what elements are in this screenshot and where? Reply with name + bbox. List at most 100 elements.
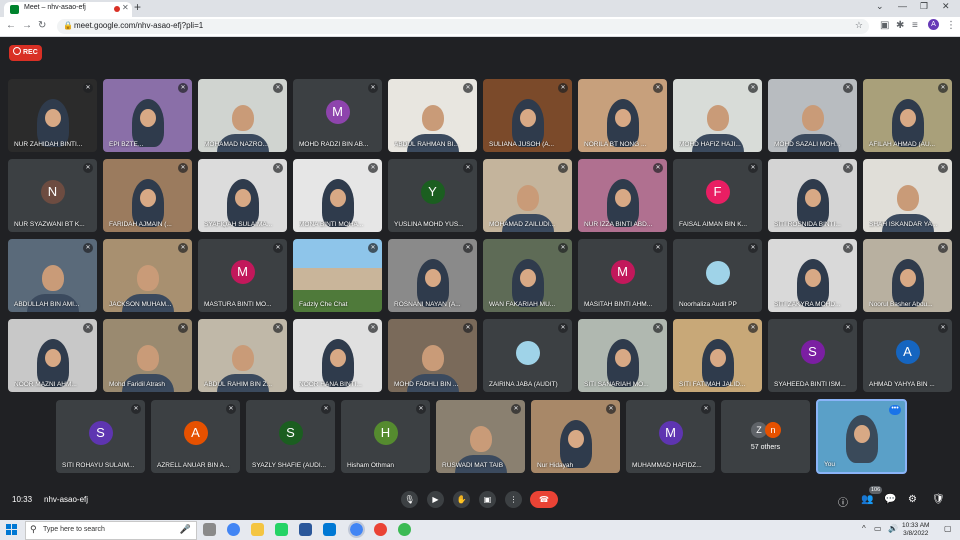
participant-tile[interactable]: Y ✕ YUSLINA MOHD YUS...: [388, 159, 477, 232]
clock-time: 10:33 AM: [902, 522, 930, 529]
participant-tile[interactable]: ✕ RUSWADI MAT TAIB: [436, 400, 525, 473]
browser-tab-meet[interactable]: Meet – nhv-asao-efj ✕: [4, 2, 132, 17]
participant-tile[interactable]: ✕ MOHD FADHLI BIN ...: [388, 319, 477, 392]
new-tab-button[interactable]: +: [134, 0, 141, 14]
participant-tile[interactable]: ✕ MOHD SAZALI MOH...: [768, 79, 857, 152]
leave-call-button[interactable]: ☎: [530, 491, 558, 508]
people-icon[interactable]: 👥: [861, 494, 873, 505]
others-tile[interactable]: Z n 57 others: [721, 400, 810, 473]
participant-tile[interactable]: M ✕ MASITAH BINTI AHM...: [578, 239, 667, 312]
recording-badge[interactable]: REC: [9, 45, 42, 61]
profile-avatar[interactable]: A: [928, 19, 939, 30]
participant-tile[interactable]: ✕ NOOR HANA BINTI...: [293, 319, 382, 392]
activities-icon[interactable]: ⚙: [908, 494, 917, 505]
bookmark-star-icon[interactable]: ☆: [855, 20, 863, 31]
participant-tile[interactable]: ✕ NUR ZAHIDAH BINTI...: [8, 79, 97, 152]
present-screen-button[interactable]: ▣: [479, 491, 496, 508]
tab-search-icon[interactable]: ⌄: [876, 1, 884, 12]
participant-tile[interactable]: M ✕ MUHAMMAD HAFIDZ...: [626, 400, 715, 473]
participant-tile[interactable]: ✕ MONA BINTI MOHA...: [293, 159, 382, 232]
participant-tile[interactable]: ✕ ROSNANI NAYAN (A...: [388, 239, 477, 312]
notification-icon[interactable]: ▢: [944, 524, 952, 533]
tab-close-icon[interactable]: ✕: [122, 3, 129, 12]
raise-hand-button[interactable]: ✋: [453, 491, 470, 508]
self-tile[interactable]: ••• You: [816, 399, 907, 474]
chrome-icon[interactable]: [227, 523, 240, 536]
reading-list-icon[interactable]: ≡: [912, 20, 918, 31]
participant-tile[interactable]: ✕ ABDUL RAHMAN BI...: [388, 79, 477, 152]
participant-tile[interactable]: M ✕ MASTURA BINTI MO...: [198, 239, 287, 312]
participant-tile[interactable]: ✕ Noorhaliza Audit PP: [673, 239, 762, 312]
participant-tile[interactable]: F ✕ FAISAL AIMAN BIN K...: [673, 159, 762, 232]
muted-mic-icon: ✕: [273, 83, 283, 93]
participant-tile[interactable]: ✕ EPI BZTE...: [103, 79, 192, 152]
lock-icon[interactable]: 🔒: [63, 21, 73, 30]
camera-button[interactable]: ▶: [427, 491, 444, 508]
microphone-icon[interactable]: 🎤: [180, 524, 191, 535]
microphone-button[interactable]: 🎙: [401, 491, 418, 508]
participant-tile[interactable]: S ✕ SYAZLY SHAFIE (AUDI...: [246, 400, 335, 473]
address-bar[interactable]: 🔒 meet.google.com/nhv-asao-efj?pli=1 ☆: [57, 19, 869, 34]
back-arrow-icon[interactable]: ←: [6, 20, 16, 31]
participant-tile[interactable]: ✕ AFILAH AHMAD (AU...: [863, 79, 952, 152]
whatsapp-icon[interactable]: [275, 523, 288, 536]
task-view-icon[interactable]: [203, 523, 216, 536]
participant-tile[interactable]: ✕ MOHAMAD NAZRO...: [198, 79, 287, 152]
participant-tile[interactable]: ✕ ZAIRINA JABA (AUDIT): [483, 319, 572, 392]
taskbar-search-box[interactable]: ⚲ Type here to search 🎤: [25, 521, 197, 540]
chrome-active-icon[interactable]: [348, 521, 365, 538]
participant-tile[interactable]: ✕ SITI ROSNIDA BINTI...: [768, 159, 857, 232]
participant-tile[interactable]: S ✕ SYAHEEDA BINTI ISM...: [768, 319, 857, 392]
participant-tile[interactable]: ✕ SITI SANARIAH MO...: [578, 319, 667, 392]
chrome-menu-icon[interactable]: ⋮: [946, 20, 956, 31]
restore-button[interactable]: ❐: [920, 1, 928, 12]
camera-in-use-icon[interactable]: ▣: [880, 20, 889, 31]
participant-tile[interactable]: ✕ MOHD HAFIZ HAJI...: [673, 79, 762, 152]
participant-tile[interactable]: A ✕ AZRELL ANUAR BIN A...: [151, 400, 240, 473]
participant-tile[interactable]: ✕ NOOR MAZNI AHM...: [8, 319, 97, 392]
minimize-button[interactable]: —: [898, 1, 907, 11]
reload-icon[interactable]: ↻: [38, 20, 46, 31]
participant-tile[interactable]: S ✕ SITI ROHAYU SULAIM...: [56, 400, 145, 473]
participant-tile[interactable]: ✕ JACKSON MUHAM...: [103, 239, 192, 312]
more-options-icon[interactable]: •••: [889, 405, 901, 415]
participant-tile[interactable]: ✕ MOHAMAD ZAILUDI...: [483, 159, 572, 232]
taskbar-clock[interactable]: 10:33 AM 3/8/2022: [902, 522, 929, 538]
participant-tile[interactable]: ✕ SULIANA JUSOH (A...: [483, 79, 572, 152]
word-icon[interactable]: [299, 523, 312, 536]
participant-tile[interactable]: ✕ FARIDAH AJMAIN (...: [103, 159, 192, 232]
file-explorer-icon[interactable]: [251, 523, 264, 536]
app-icon[interactable]: [398, 523, 411, 536]
more-options-button[interactable]: ⋮: [505, 491, 522, 508]
participant-tile[interactable]: ✕ ABDULLAH BIN AMI...: [8, 239, 97, 312]
forward-arrow-icon[interactable]: →: [22, 20, 32, 31]
participant-tile[interactable]: H ✕ Hisham Othman: [341, 400, 430, 473]
windows-start-icon[interactable]: [6, 524, 17, 535]
participant-tile[interactable]: ✕ Mohd Faridil Atrash: [103, 319, 192, 392]
participant-tile[interactable]: ✕ ABDUL RAHIM BIN Z...: [198, 319, 287, 392]
participant-tile[interactable]: ✕ SITI ZAKYRA MOHD...: [768, 239, 857, 312]
participant-tile[interactable]: ✕ NORILA BT NONG ...: [578, 79, 667, 152]
meeting-details-icon[interactable]: ⓘ: [838, 494, 848, 509]
extension-puzzle-icon[interactable]: ✱: [896, 20, 904, 31]
chat-icon[interactable]: 💬: [884, 494, 896, 505]
participant-tile[interactable]: ✕ Fadzly Che Chat: [293, 239, 382, 312]
participant-tile[interactable]: N ✕ NUR SYAZWANI BT K...: [8, 159, 97, 232]
tray-chevron-icon[interactable]: ^: [862, 524, 866, 533]
participant-tile[interactable]: ✕ WAN FAKARIAH MU...: [483, 239, 572, 312]
participant-tile[interactable]: A ✕ AHMAD YAHYA BIN ...: [863, 319, 952, 392]
participant-tile[interactable]: ✕ NUR IZZA BINTI ABD...: [578, 159, 667, 232]
participant-tile[interactable]: ✕ SITI FATIMAH JALID...: [673, 319, 762, 392]
chrome-profile-icon[interactable]: [374, 523, 387, 536]
participant-tile[interactable]: ✕ SYAFIQAH SULAIMA...: [198, 159, 287, 232]
host-controls-icon[interactable]: 🛡: [932, 494, 945, 505]
network-icon[interactable]: ▭: [874, 524, 882, 533]
edge-icon[interactable]: [323, 523, 336, 536]
volume-icon[interactable]: 🔊: [888, 524, 898, 533]
participant-tile[interactable]: ✕ SHAH ISKANDAR YA...: [863, 159, 952, 232]
participant-video: [131, 99, 164, 147]
participant-tile[interactable]: ✕ Noorul Basher Abdu...: [863, 239, 952, 312]
participant-tile[interactable]: ✕ Nur Hidayah: [531, 400, 620, 473]
close-window-button[interactable]: ✕: [942, 1, 950, 12]
participant-tile[interactable]: M ✕ MOHD RADZI BIN AB...: [293, 79, 382, 152]
